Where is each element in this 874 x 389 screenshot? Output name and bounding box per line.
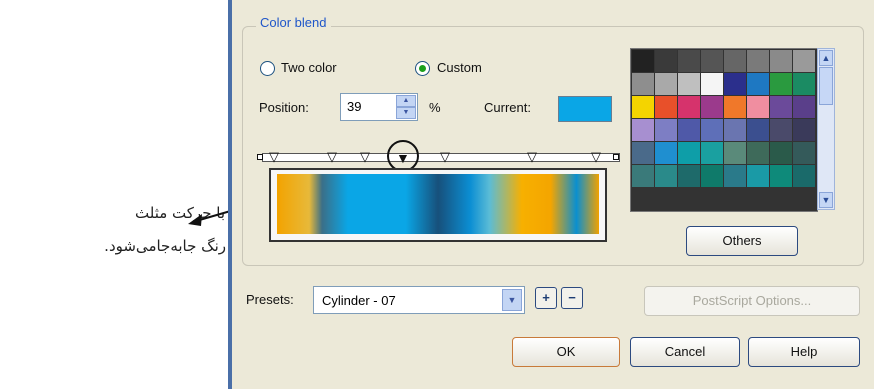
palette-swatch[interactable] bbox=[632, 96, 654, 118]
palette-swatch[interactable] bbox=[678, 73, 700, 95]
palette-swatch[interactable] bbox=[701, 142, 723, 164]
palette-scrollbar[interactable]: ▲ ▼ bbox=[817, 48, 835, 210]
remove-preset-icon[interactable]: − bbox=[561, 287, 583, 309]
palette-swatch[interactable] bbox=[655, 50, 677, 72]
palette-swatch[interactable] bbox=[793, 165, 815, 187]
cancel-button[interactable]: Cancel bbox=[630, 337, 740, 367]
scroll-down-icon[interactable]: ▼ bbox=[819, 192, 833, 208]
palette-swatch[interactable] bbox=[701, 96, 723, 118]
color-stop-marker[interactable]: ▽ bbox=[527, 150, 537, 163]
palette-swatch[interactable] bbox=[632, 165, 654, 187]
presets-select[interactable]: Cylinder - 07 ▼ bbox=[313, 286, 525, 314]
palette-swatch[interactable] bbox=[724, 96, 746, 118]
color-stop-marker[interactable]: ▽ bbox=[440, 150, 450, 163]
palette-swatch[interactable] bbox=[701, 119, 723, 141]
position-input[interactable]: 39 ▲ ▼ bbox=[340, 93, 418, 121]
radio-custom[interactable] bbox=[415, 61, 430, 76]
palette-swatch[interactable] bbox=[793, 142, 815, 164]
palette-swatch[interactable] bbox=[632, 142, 654, 164]
palette-swatch[interactable] bbox=[747, 165, 769, 187]
dialog-left-edge bbox=[228, 0, 232, 389]
add-preset-icon[interactable]: + bbox=[535, 287, 557, 309]
palette-swatch[interactable] bbox=[793, 119, 815, 141]
palette-swatch[interactable] bbox=[678, 96, 700, 118]
annotation-line2: رنگ جابه‌جامی‌شود. bbox=[104, 237, 226, 255]
palette-swatch[interactable] bbox=[678, 165, 700, 187]
palette-swatch[interactable] bbox=[678, 119, 700, 141]
palette-swatch[interactable] bbox=[701, 73, 723, 95]
palette-swatch[interactable] bbox=[724, 73, 746, 95]
palette-swatch[interactable] bbox=[632, 50, 654, 72]
palette-swatch[interactable] bbox=[793, 50, 815, 72]
position-spinner[interactable]: ▲ ▼ bbox=[396, 95, 416, 119]
palette-swatch[interactable] bbox=[747, 50, 769, 72]
ok-button[interactable]: OK bbox=[512, 337, 620, 367]
palette-swatch[interactable] bbox=[701, 50, 723, 72]
palette-swatch[interactable] bbox=[770, 50, 792, 72]
palette-swatch[interactable] bbox=[793, 73, 815, 95]
palette-swatch[interactable] bbox=[724, 165, 746, 187]
palette-swatch[interactable] bbox=[724, 119, 746, 141]
track-start-marker[interactable] bbox=[257, 154, 263, 160]
palette-swatch[interactable] bbox=[770, 165, 792, 187]
palette-swatch[interactable] bbox=[655, 96, 677, 118]
palette-swatch[interactable] bbox=[793, 96, 815, 118]
spin-down-icon[interactable]: ▼ bbox=[396, 107, 416, 119]
palette-swatch[interactable] bbox=[655, 165, 677, 187]
palette-swatch[interactable] bbox=[770, 73, 792, 95]
others-button[interactable]: Others bbox=[686, 226, 798, 256]
palette-swatch[interactable] bbox=[770, 96, 792, 118]
palette-swatch[interactable] bbox=[678, 142, 700, 164]
radio-selected-dot bbox=[419, 65, 426, 72]
presets-value: Cylinder - 07 bbox=[322, 293, 396, 308]
palette-swatch[interactable] bbox=[747, 119, 769, 141]
palette-swatch[interactable] bbox=[678, 50, 700, 72]
radio-two-color[interactable] bbox=[260, 61, 275, 76]
annotation-line1: با حرکت مثلث bbox=[135, 204, 225, 222]
palette-swatch[interactable] bbox=[770, 142, 792, 164]
color-stop-marker[interactable]: ▽ bbox=[360, 150, 370, 163]
palette-swatch[interactable] bbox=[655, 119, 677, 141]
presets-label: Presets: bbox=[246, 292, 294, 307]
color-stop-marker[interactable]: ▽ bbox=[269, 150, 279, 163]
postscript-options-button[interactable]: PostScript Options... bbox=[644, 286, 860, 316]
radio-custom-label[interactable]: Custom bbox=[437, 60, 482, 75]
radio-two-color-label[interactable]: Two color bbox=[281, 60, 337, 75]
dropdown-arrow-icon[interactable]: ▼ bbox=[502, 289, 522, 311]
group-title: Color blend bbox=[256, 15, 331, 30]
track-end-marker[interactable] bbox=[613, 154, 619, 160]
color-palette-grid[interactable] bbox=[630, 48, 818, 212]
palette-swatch[interactable] bbox=[655, 142, 677, 164]
palette-swatch[interactable] bbox=[655, 73, 677, 95]
current-label: Current: bbox=[484, 100, 531, 115]
palette-swatch[interactable] bbox=[747, 73, 769, 95]
palette-swatch[interactable] bbox=[632, 73, 654, 95]
gradient-preview bbox=[277, 174, 599, 234]
palette-swatch[interactable] bbox=[632, 119, 654, 141]
spin-up-icon[interactable]: ▲ bbox=[396, 95, 416, 107]
palette-swatch[interactable] bbox=[724, 142, 746, 164]
palette-swatch[interactable] bbox=[770, 119, 792, 141]
color-stop-marker[interactable]: ▽ bbox=[327, 150, 337, 163]
position-label: Position: bbox=[259, 100, 309, 115]
position-value: 39 bbox=[347, 99, 362, 114]
help-button[interactable]: Help bbox=[748, 337, 860, 367]
palette-swatch[interactable] bbox=[724, 50, 746, 72]
palette-swatch[interactable] bbox=[747, 96, 769, 118]
palette-swatch[interactable] bbox=[747, 142, 769, 164]
percent-unit: % bbox=[429, 100, 441, 115]
palette-swatch[interactable] bbox=[701, 165, 723, 187]
color-stop-marker[interactable]: ▽ bbox=[591, 150, 601, 163]
scroll-thumb[interactable] bbox=[819, 67, 833, 105]
current-color-swatch[interactable] bbox=[558, 96, 612, 122]
gradient-preview-frame bbox=[269, 168, 607, 242]
scroll-up-icon[interactable]: ▲ bbox=[819, 50, 833, 66]
